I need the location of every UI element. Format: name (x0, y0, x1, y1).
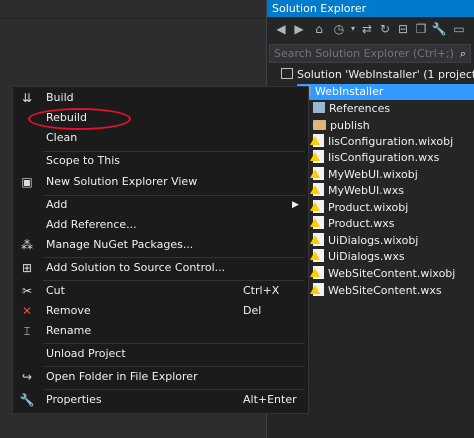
properties-icon: 🔧 (19, 393, 35, 407)
forward-icon[interactable]: ▶ (291, 21, 307, 37)
nuget-icon: ⁂ (21, 238, 33, 252)
menu-item-add-to-source-control[interactable]: ⊞ Add Solution to Source Control... (13, 258, 308, 278)
collapse-all-icon[interactable]: ⊟ (395, 21, 411, 37)
properties-icon[interactable]: 🔧 (431, 21, 447, 37)
editor-tab-strip (0, 0, 266, 19)
tree-item[interactable]: IisConfiguration.wixobj (310, 134, 453, 150)
file-warning-icon (310, 134, 324, 147)
remove-icon: ✕ (21, 304, 33, 318)
submenu-arrow-icon: ▶ (292, 200, 299, 210)
tree-solution[interactable]: Solution 'WebInstaller' (1 project) (281, 67, 474, 83)
menu-item-build[interactable]: ⇊ Build (13, 88, 308, 108)
menu-item-add-reference[interactable]: Add Reference... (13, 215, 308, 235)
new-view-icon: ▣ (21, 175, 33, 189)
tree-item[interactable]: WebSiteContent.wixobj (310, 266, 455, 282)
tree-item[interactable]: Product.wixobj (310, 200, 408, 216)
tree-item[interactable]: IisConfiguration.wxs (310, 150, 439, 166)
file-warning-icon (310, 216, 324, 229)
solution-explorer-title[interactable]: Solution Explorer (267, 0, 474, 17)
file-warning-icon (310, 233, 324, 246)
menu-item-cut[interactable]: ✂ Cut Ctrl+X (13, 281, 308, 301)
tree-item[interactable]: MyWebUI.wixobj (310, 167, 418, 183)
folder-icon (313, 120, 326, 130)
menu-item-add[interactable]: Add ▶ (13, 195, 308, 215)
solution-icon (281, 68, 293, 79)
back-icon[interactable]: ◀ (273, 21, 289, 37)
references-icon (313, 102, 325, 113)
home-icon[interactable]: ⌂ (311, 21, 327, 37)
file-warning-icon (310, 183, 324, 196)
search-icon[interactable]: ⌕ (456, 45, 470, 62)
preview-icon[interactable]: ▭ (451, 21, 467, 37)
menu-item-manage-nuget-packages[interactable]: ⁂ Manage NuGet Packages... (13, 235, 308, 255)
tree-item[interactable]: UiDialogs.wixobj (310, 233, 418, 249)
file-warning-icon (310, 167, 324, 180)
menu-item-unload-project[interactable]: Unload Project (13, 344, 308, 364)
source-control-icon: ⊞ (21, 261, 33, 275)
cut-icon: ✂ (21, 284, 33, 298)
menu-item-open-folder-in-file-explorer[interactable]: ↪ Open Folder in File Explorer (13, 367, 308, 387)
tree-item[interactable]: MyWebUI.wxs (310, 183, 404, 199)
menu-item-remove[interactable]: ✕ Remove Del (13, 301, 308, 321)
tree-item[interactable]: publish (313, 118, 370, 134)
search-box[interactable]: ⌕ (269, 44, 471, 63)
menu-item-rename[interactable]: ⌶ Rename (13, 321, 308, 341)
tree-project[interactable]: WebInstaller (297, 84, 474, 100)
sync-icon[interactable]: ⇄ (359, 21, 375, 37)
tree-item[interactable]: Product.wxs (310, 216, 395, 232)
context-menu: ⇊ Build Rebuild Clean Scope to This ▣ Ne… (12, 86, 309, 414)
tree-item[interactable]: WebSiteContent.wxs (310, 283, 442, 299)
menu-item-properties[interactable]: 🔧 Properties Alt+Enter (13, 390, 308, 410)
refresh-icon[interactable]: ↻ (377, 21, 393, 37)
search-input[interactable] (274, 45, 454, 62)
tree-item[interactable]: References (313, 101, 390, 117)
file-warning-icon (310, 249, 324, 262)
solution-explorer-toolbar: ◀ ▶ ⌂ ◷ ▾ ⇄ ↻ ⊟ ❐ 🔧 ▭ (267, 20, 474, 40)
file-warning-icon (310, 283, 324, 296)
menu-item-new-solution-explorer-view[interactable]: ▣ New Solution Explorer View (13, 172, 308, 192)
file-warning-icon (310, 150, 324, 163)
menu-item-scope-to-this[interactable]: Scope to This (13, 151, 308, 171)
build-icon: ⇊ (21, 91, 33, 105)
file-warning-icon (310, 266, 324, 279)
rename-icon: ⌶ (23, 324, 31, 338)
rebuild-highlight-circle (28, 108, 131, 130)
menu-item-clean[interactable]: Clean (13, 128, 308, 148)
show-all-files-icon[interactable]: ❐ (413, 21, 429, 37)
file-warning-icon (310, 200, 324, 213)
open-folder-icon: ↪ (21, 370, 33, 384)
tree-item[interactable]: UiDialogs.wxs (310, 249, 405, 265)
